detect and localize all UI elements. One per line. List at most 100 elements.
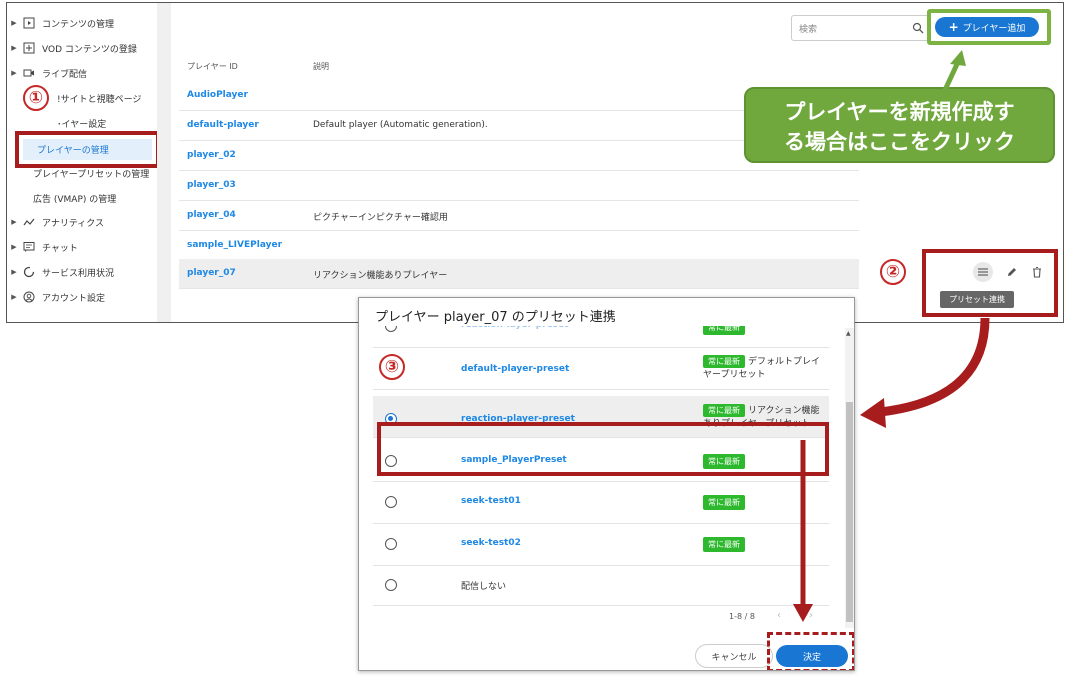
always-latest-badge: 常に最新	[703, 355, 745, 368]
step-2-highlight: プリセット連携	[922, 249, 1058, 317]
radio-button[interactable]	[385, 326, 397, 332]
player-id-link[interactable]: player_07	[187, 268, 236, 278]
table-row-selected[interactable]: player_07 リアクション機能ありプレイヤー	[179, 259, 859, 289]
table-row[interactable]: player_03	[179, 171, 859, 201]
player-id-link[interactable]: default-player	[187, 120, 259, 130]
sidebar-item-vod-register[interactable]: ▶ VOD コンテンツの登録	[7, 36, 157, 60]
scrollbar[interactable]	[845, 328, 854, 628]
player-id-link[interactable]: player_03	[187, 180, 236, 190]
sidebar-item-label: !サイトと視聴ページ	[57, 94, 142, 105]
radio-button[interactable]	[385, 538, 397, 550]
radio-button[interactable]	[385, 579, 397, 591]
player-description: リアクション機能ありプレイヤー	[313, 271, 448, 281]
scrollbar-thumb[interactable]	[846, 402, 853, 622]
sidebar-item-player-manage[interactable]: プレイヤーの管理	[23, 139, 152, 160]
sidebar-item-account[interactable]: ▶ アカウント設定	[7, 285, 157, 309]
scroll-up-icon[interactable]: ▲	[846, 330, 851, 337]
add-player-button[interactable]: + プレイヤー追加	[935, 17, 1039, 37]
step-1-highlight: プレイヤーの管理	[15, 131, 160, 168]
list-item[interactable]: seek-test02 常に最新	[373, 524, 829, 566]
preset-name[interactable]: default-player-preset	[461, 364, 569, 374]
step-3-highlight	[377, 422, 829, 476]
pencil-icon[interactable]	[1006, 266, 1018, 278]
add-player-label: プレイヤー追加	[962, 23, 1026, 34]
list-item[interactable]: reaction-layer-preset 常に最新	[373, 326, 829, 348]
pagination-info: 1-8 / 8	[729, 612, 755, 621]
column-header-description[interactable]: 説明	[313, 61, 329, 72]
sidebar-item-live[interactable]: ▶ ライブ配信	[7, 61, 157, 85]
sidebar-item-label: ･イヤー設定	[57, 119, 107, 130]
sidebar-item-label: コンテンツの管理	[42, 19, 115, 30]
add-player-callout: プレイヤーを新規作成す る場合はここをクリック	[744, 87, 1055, 163]
caret-right-icon: ▶	[11, 218, 17, 226]
always-latest-badge: 常に最新	[703, 404, 745, 417]
chevron-right-icon[interactable]: ›	[809, 610, 813, 621]
sidebar-item-label: アカウント設定	[42, 293, 106, 304]
row-action-buttons	[966, 261, 1050, 283]
table-row[interactable]: sample_LIVEPlayer	[179, 231, 859, 261]
sidebar-item-label: プレイヤーの管理	[37, 146, 109, 156]
list-item[interactable]: seek-test01 常に最新	[373, 482, 829, 524]
preset-link-dialog: プレイヤー player_07 のプリセット連携 reaction-layer-…	[358, 297, 855, 671]
step-1-marker: ①	[23, 85, 49, 111]
preset-link-tooltip: プリセット連携	[940, 291, 1014, 308]
preset-link-button[interactable]	[972, 262, 993, 282]
add-button-highlight: + プレイヤー追加	[927, 9, 1051, 45]
caret-right-icon: ▶	[11, 293, 17, 301]
sidebar-item-label: 広告 (VMAP) の管理	[33, 194, 117, 205]
callout-line-2: る場合はここをクリック	[784, 130, 1015, 154]
sidebar-item-label: ライブ配信	[42, 69, 88, 80]
sidebar-item-vmap[interactable]: 広告 (VMAP) の管理	[7, 186, 157, 210]
list-item[interactable]: default-player-preset 常に最新 デフォルトプレイヤープリセッ…	[373, 348, 829, 390]
video-camera-icon	[21, 67, 37, 79]
search-input[interactable]: 検索	[791, 15, 931, 41]
sidebar-item-label: プレイヤープリセットの管理	[33, 169, 150, 180]
search-placeholder: 検索	[799, 24, 818, 35]
sidebar-item-contents[interactable]: ▶ コンテンツの管理	[7, 11, 157, 35]
list-item[interactable]: 配信しない	[373, 566, 829, 606]
step-2-marker: ②	[880, 259, 906, 285]
player-id-link[interactable]: AudioPlayer	[187, 90, 248, 100]
trash-icon[interactable]	[1031, 266, 1043, 278]
sidebar-item-label: VOD コンテンツの登録	[42, 44, 137, 55]
list-icon	[977, 268, 988, 276]
step-3-marker: ③	[379, 354, 405, 380]
table-row[interactable]: player_04 ピクチャーインピクチャー確認用	[179, 201, 859, 231]
chat-icon	[21, 241, 37, 253]
sidebar-item-label: チャット	[42, 243, 78, 254]
cancel-button[interactable]: キャンセル	[695, 644, 773, 668]
caret-right-icon: ▶	[11, 19, 17, 27]
always-latest-badge: 常に最新	[703, 537, 745, 552]
preset-name[interactable]: reaction-layer-preset	[461, 326, 568, 330]
player-id-link[interactable]: sample_LIVEPlayer	[187, 240, 282, 250]
sidebar-item-label: アナリティクス	[42, 218, 105, 229]
column-header-player-id[interactable]: プレイヤー ID	[187, 61, 238, 72]
ok-button[interactable]: 決定	[776, 645, 848, 667]
preset-name-none[interactable]: 配信しない	[461, 579, 506, 592]
add-square-icon	[21, 42, 37, 54]
callout-line-1: プレイヤーを新規作成す	[784, 100, 1015, 124]
always-latest-badge: 常に最新	[703, 326, 745, 335]
account-icon	[21, 291, 37, 303]
dialog-title: プレイヤー player_07 のプリセット連携	[375, 310, 616, 325]
radio-button[interactable]	[385, 496, 397, 508]
preset-list: reaction-layer-preset 常に最新 default-playe…	[373, 326, 829, 606]
sidebar: ▶ コンテンツの管理 ▶ VOD コンテンツの登録 ▶ ライブ配信 !サイトと視…	[7, 3, 160, 322]
preset-name[interactable]: seek-test02	[461, 538, 521, 548]
red-curved-arrow	[879, 317, 990, 417]
search-icon[interactable]	[912, 22, 924, 34]
chevron-left-icon[interactable]: ‹	[777, 610, 781, 621]
sidebar-item-usage[interactable]: ▶ サービス利用状況	[7, 260, 157, 284]
sidebar-item-chat[interactable]: ▶ チャット	[7, 235, 157, 259]
sidebar-item-analytics[interactable]: ▶ アナリティクス	[7, 210, 157, 234]
always-latest-badge: 常に最新	[703, 495, 745, 510]
player-description: ピクチャーインピクチャー確認用	[313, 213, 448, 223]
player-description: Default player (Automatic generation).	[313, 120, 488, 130]
player-id-link[interactable]: player_04	[187, 210, 236, 220]
plus-icon: +	[948, 20, 959, 34]
preset-name[interactable]: seek-test01	[461, 496, 521, 506]
sidebar-item-label: サービス利用状況	[42, 268, 115, 279]
caret-right-icon: ▶	[11, 268, 17, 276]
player-id-link[interactable]: player_02	[187, 150, 236, 160]
usage-icon	[21, 266, 37, 278]
